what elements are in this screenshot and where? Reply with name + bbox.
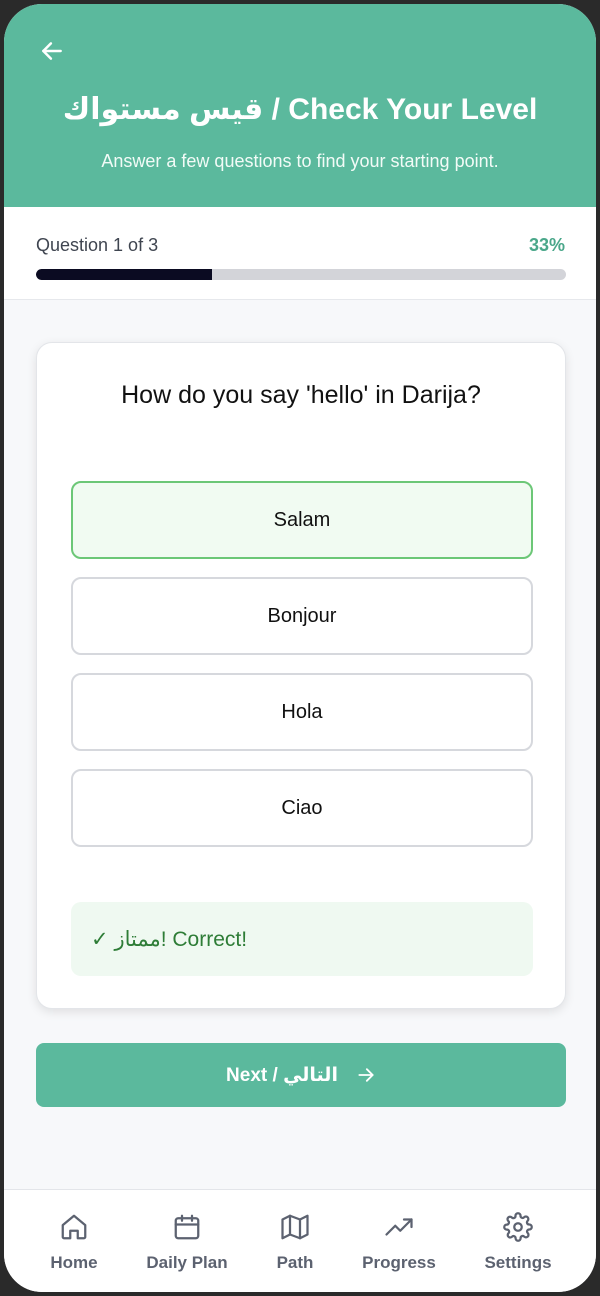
nav-item-daily-plan[interactable]: Daily Plan xyxy=(137,1190,237,1292)
page-header: قيس مستواك / Check Your Level Answer a f… xyxy=(4,4,596,207)
answer-option[interactable]: Salam xyxy=(71,481,533,559)
question-counter: Question 1 of 3 xyxy=(36,235,159,255)
question-card: How do you say 'hello' in Darija? Salam … xyxy=(36,342,566,1009)
answer-option-label: Bonjour xyxy=(267,604,337,627)
progress-bar xyxy=(36,269,566,280)
nav-item-home[interactable]: Home xyxy=(34,1190,114,1292)
progress-percent: 33% xyxy=(528,235,565,255)
progress-panel: Question 1 of 3 33% xyxy=(4,207,596,300)
map-icon xyxy=(281,1214,309,1240)
nav-item-settings[interactable]: Settings xyxy=(475,1190,561,1292)
back-button[interactable] xyxy=(32,34,72,68)
bottom-nav: Home Daily Plan Path Progress Settings xyxy=(4,1189,596,1292)
question-text: How do you say 'hello' in Darija? xyxy=(121,381,481,409)
nav-item-progress[interactable]: Progress xyxy=(354,1190,444,1292)
trending-up-icon xyxy=(385,1218,413,1236)
answer-option-label: Hola xyxy=(281,700,323,723)
nav-label: Home xyxy=(50,1253,98,1272)
page-title: قيس مستواك / Check Your Level xyxy=(62,93,538,126)
calendar-icon xyxy=(174,1214,200,1240)
arrow-right-icon xyxy=(358,1068,374,1082)
progress-bar-fill xyxy=(36,269,213,280)
answer-option[interactable]: Hola xyxy=(71,673,533,751)
next-button-label: Next / التالي xyxy=(226,1064,338,1086)
answer-option-label: Ciao xyxy=(281,796,323,819)
answer-option[interactable]: Bonjour xyxy=(71,577,533,655)
page-subtitle: Answer a few questions to find your star… xyxy=(101,151,499,171)
nav-label: Path xyxy=(276,1253,314,1272)
home-icon xyxy=(61,1214,87,1240)
nav-item-path[interactable]: Path xyxy=(260,1190,330,1292)
next-button[interactable]: Next / التالي xyxy=(36,1043,566,1107)
answer-option-label: Salam xyxy=(273,508,331,531)
answer-option[interactable]: Ciao xyxy=(71,769,533,847)
app-screen: قيس مستواك / Check Your Level Answer a f… xyxy=(4,4,596,1292)
nav-label: Progress xyxy=(362,1253,436,1272)
feedback-text: ✓ ممتاز! Correct! xyxy=(91,927,248,951)
arrow-left-icon xyxy=(42,42,62,60)
feedback-message: ✓ ممتاز! Correct! xyxy=(71,902,533,976)
nav-label: Settings xyxy=(484,1253,552,1272)
nav-label: Daily Plan xyxy=(146,1253,228,1272)
gear-icon xyxy=(503,1212,533,1242)
